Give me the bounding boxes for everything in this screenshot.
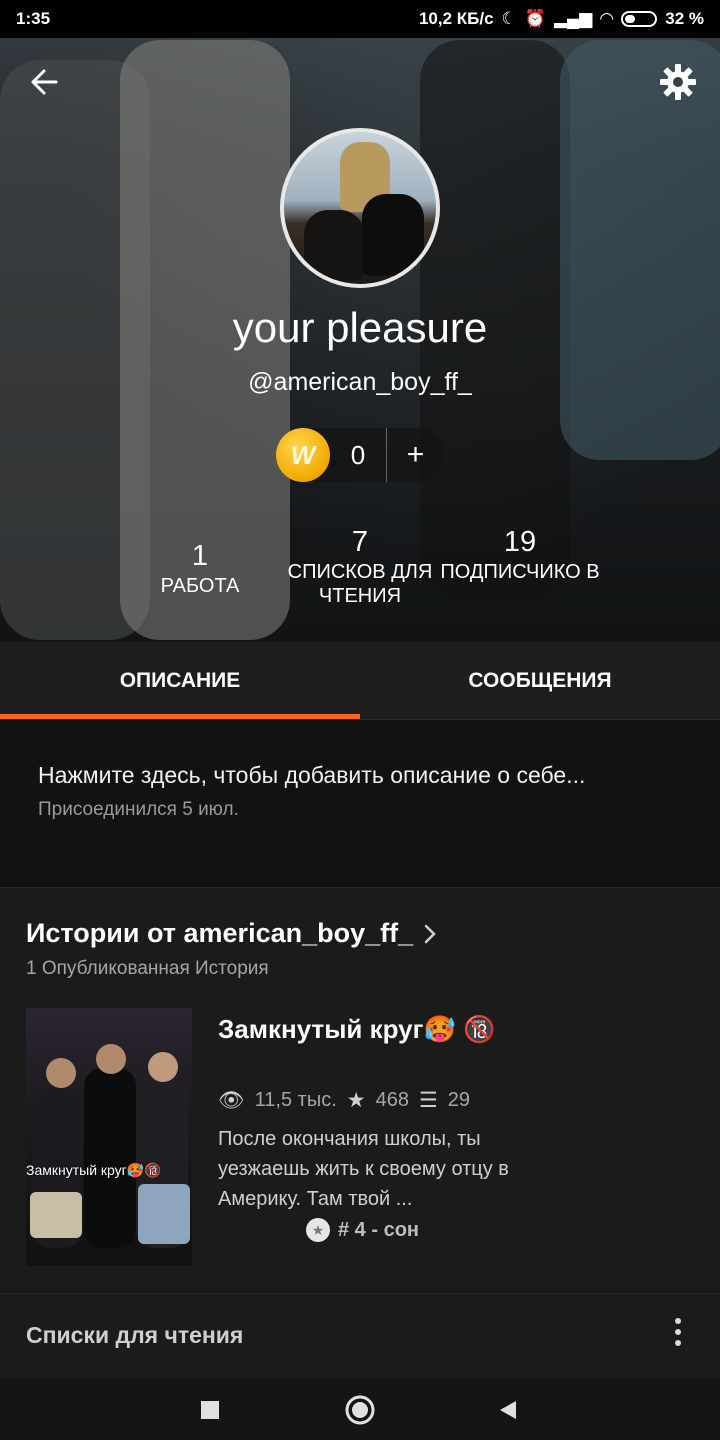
chevron-right-icon (424, 924, 436, 943)
cover-photo-figure (148, 1052, 178, 1082)
story-stats: 👁 11,5 тыс. ★ 468 ☰ 29 (218, 1088, 470, 1113)
eye-icon: 👁 (218, 1088, 245, 1112)
story-reads: 11,5 тыс. (254, 1089, 337, 1111)
status-bar: 1:35 10,2 КБ/с ☾ ⏰ ▂▄▆ ◠ 32 % (0, 0, 720, 38)
medal-icon: ★ (306, 1218, 330, 1242)
reading-lists-label[interactable]: Списки для чтения (26, 1322, 243, 1349)
star-icon: ★ (346, 1089, 366, 1112)
avatar[interactable] (280, 128, 440, 288)
battery-percent: 32 % (665, 9, 704, 28)
stat-works[interactable]: 1 РАБОТА (115, 538, 285, 598)
story-rank[interactable]: ★ # 4 - сон (306, 1218, 419, 1242)
back-button[interactable] (26, 62, 66, 102)
active-tab-indicator (0, 714, 360, 719)
signal-icon: ▂▄▆ (553, 9, 593, 28)
story-cover[interactable]: Замкнутый круг🥵🔞 (26, 1008, 192, 1266)
stories-heading-label: Истории от american_boy_ff_ (26, 918, 414, 948)
stat-value: 19 (503, 526, 537, 558)
stat-value: 7 (351, 526, 369, 558)
stat-label: РАБОТА (160, 575, 240, 597)
stat-value: 1 (191, 540, 209, 572)
more-vertical-icon (675, 1318, 681, 1324)
stat-reading-lists[interactable]: 7 СПИСКОВ ДЛЯ ЧТЕНИЯ (275, 524, 445, 608)
stat-label: СПИСКОВ ДЛЯ ЧТЕНИЯ (287, 561, 433, 607)
username: @american_boy_ff_ (248, 368, 472, 396)
gear-icon (660, 64, 696, 100)
system-nav-bar (0, 1378, 720, 1440)
reading-lists-section: Списки для чтения (0, 1294, 720, 1378)
cover-photo-figure (96, 1044, 126, 1074)
cover-photo-figure (138, 1184, 190, 1244)
home-button[interactable] (338, 1388, 382, 1432)
more-vertical-icon-dot (675, 1329, 681, 1335)
joined-date: Присоединился 5 июл. (38, 799, 239, 820)
profile-stats: 1 РАБОТА 7 СПИСКОВ ДЛЯ ЧТЕНИЯ 19 ПОДПИСЧ… (0, 526, 720, 628)
cover-photo-figure (30, 1192, 82, 1238)
battery-icon (621, 11, 658, 27)
cover-photo-figure (46, 1058, 76, 1088)
coin-balance: W 0 + (276, 428, 444, 482)
more-vertical-icon-dot (675, 1340, 681, 1346)
settings-button[interactable] (656, 60, 700, 104)
cover-photo-figure (84, 1068, 136, 1248)
more-options-button[interactable] (672, 1318, 684, 1352)
add-coins-button[interactable]: + (387, 438, 444, 472)
wifi-icon: ◠ (600, 9, 614, 28)
network-speed: 10,2 КБ/с (418, 9, 494, 28)
arrow-left-icon (31, 69, 58, 95)
square-icon (201, 1401, 219, 1419)
stories-heading[interactable]: Истории от american_boy_ff_ (26, 918, 437, 949)
alarm-icon: ⏰ (524, 9, 546, 28)
story-parts: 29 (447, 1089, 471, 1111)
triangle-left-icon (500, 1401, 516, 1419)
tab-messages[interactable]: СООБЩЕНИЯ (360, 642, 720, 720)
recents-button[interactable] (188, 1388, 232, 1432)
circle-icon (345, 1395, 375, 1425)
status-time: 1:35 (16, 9, 51, 28)
story-votes: 468 (375, 1089, 409, 1111)
add-description-prompt[interactable]: Нажмите здесь, чтобы добавить описание о… (38, 762, 682, 789)
moon-icon: ☾ (501, 9, 517, 28)
cover-title: Замкнутый круг🥵🔞 (26, 1162, 162, 1178)
stat-followers[interactable]: 19 ПОДПИСЧИКО В (435, 524, 605, 584)
story-rank-label: # 4 - сон (338, 1218, 419, 1241)
story-title[interactable]: Замкнутый круг🥵 🔞 (218, 1012, 508, 1046)
stat-label: ПОДПИСЧИКО В (440, 561, 600, 583)
list-icon: ☰ (418, 1089, 438, 1112)
divider (0, 887, 720, 888)
avatar-photo-figure (362, 194, 424, 276)
story-description: После окончания школы, ты уезжаешь жить … (218, 1128, 509, 1210)
display-name: your pleasure (232, 304, 488, 351)
tab-description[interactable]: ОПИСАНИЕ (0, 642, 360, 720)
status-icons: 10,2 КБ/с ☾ ⏰ ▂▄▆ ◠ 32 % (419, 9, 704, 29)
avatar-photo-figure (304, 210, 364, 280)
about-section: Нажмите здесь, чтобы добавить описание о… (0, 720, 720, 886)
coin-icon: W (276, 428, 330, 482)
stories-section: Истории от american_boy_ff_ 1 Опубликова… (0, 888, 720, 1292)
profile-tabs: ОПИСАНИЕ СООБЩЕНИЯ (0, 642, 720, 720)
stories-count: 1 Опубликованная История (26, 958, 269, 979)
nav-back-button[interactable] (486, 1388, 530, 1432)
coin-count: 0 (350, 439, 366, 470)
